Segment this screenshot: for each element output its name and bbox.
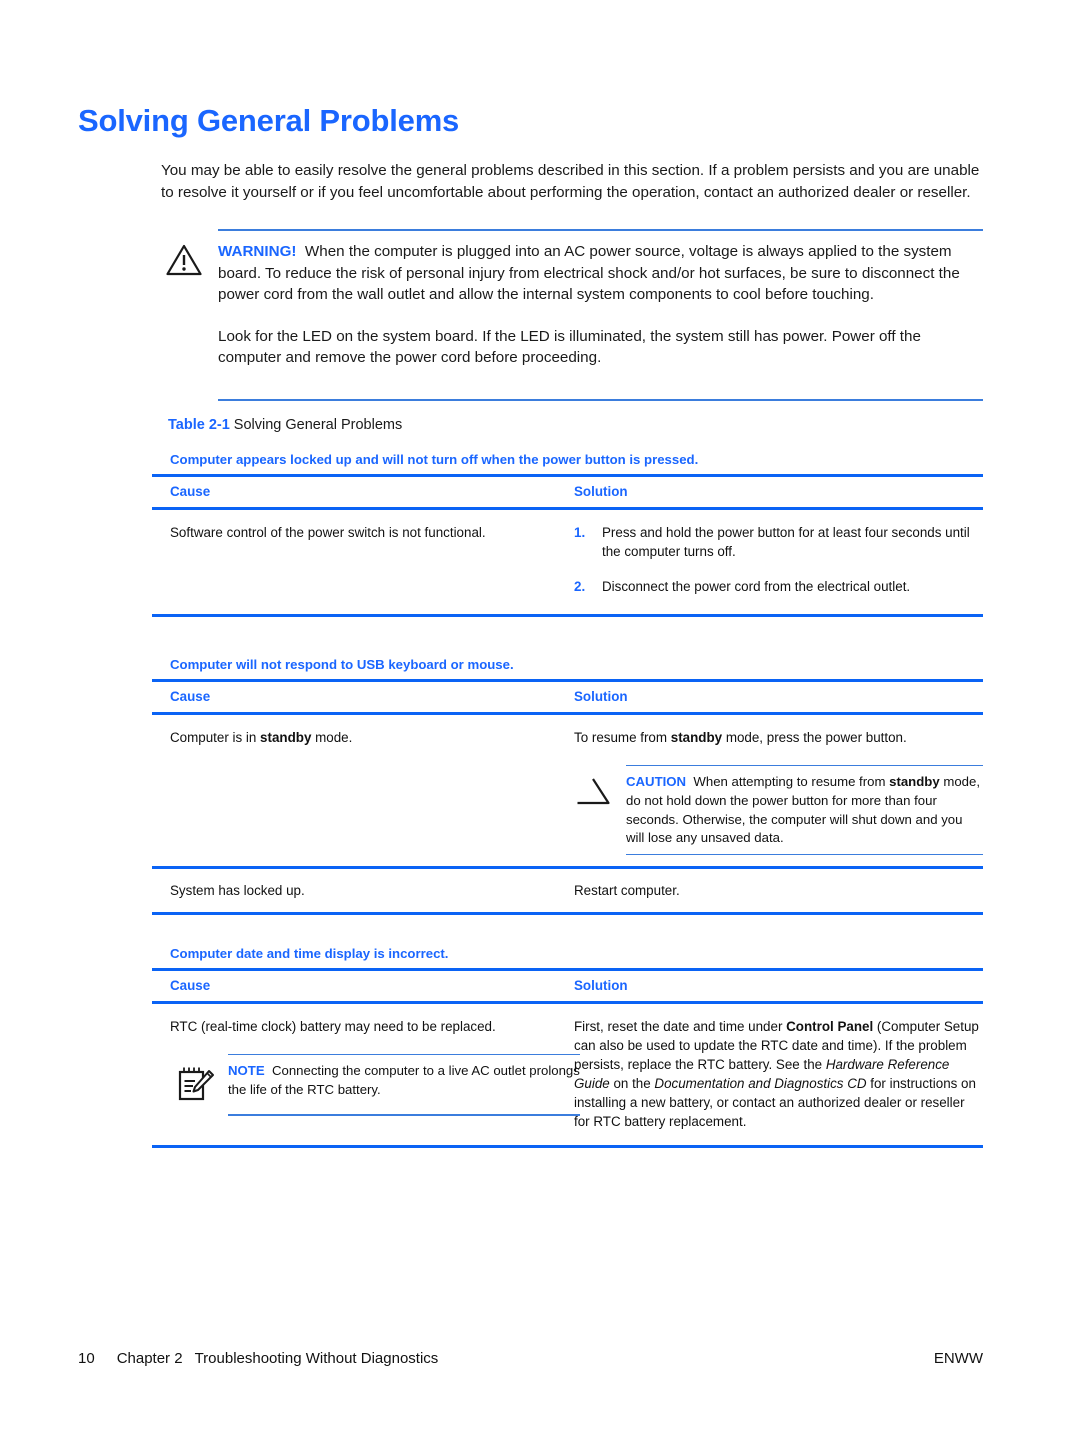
page-title: Solving General Problems xyxy=(78,103,460,138)
footer-page-number: 10 xyxy=(78,1350,95,1367)
cell-cause: System has locked up. xyxy=(170,882,305,898)
caution-text-part-1: When attempting to resume from xyxy=(693,774,890,790)
table-row: System has locked up. Restart computer. xyxy=(152,869,983,912)
solution-bold-control-panel: Control Panel xyxy=(786,1018,874,1034)
table-header-row: Cause Solution xyxy=(152,971,983,1001)
list-item: 1. Press and hold the power button for a… xyxy=(574,523,983,561)
page-footer: 10 Chapter 2 Troubleshooting Without Dia… xyxy=(78,1350,983,1367)
column-header-solution: Solution xyxy=(574,978,628,994)
warning-triangle-icon xyxy=(165,243,203,277)
note-text: NOTE Connecting the computer to a live A… xyxy=(228,1062,580,1108)
cell-cause: RTC (real-time clock) battery may need t… xyxy=(152,1017,580,1131)
table-section-date-time: Computer date and time display is incorr… xyxy=(152,946,983,1149)
column-header-solution: Solution xyxy=(574,484,628,500)
intro-paragraph: You may be able to easily resolve the ge… xyxy=(161,162,980,201)
document-page: Solving General Problems You may be able… xyxy=(0,0,1080,1437)
warning-label: WARNING! xyxy=(218,243,297,260)
cause-prefix: Computer is in xyxy=(170,729,261,745)
section-rule-bottom xyxy=(152,613,983,618)
table-section-usb-no-response: Computer will not respond to USB keyboar… xyxy=(152,657,983,916)
solution-numbered-list: 1. Press and hold the power button for a… xyxy=(574,523,983,596)
solution-italic-docs-cd: Documentation and Diagnostics CD xyxy=(654,1075,867,1091)
section-rule-bottom xyxy=(152,1144,983,1149)
list-text: Disconnect the power cord from the elect… xyxy=(602,578,911,594)
note-rule-bottom xyxy=(228,1114,580,1116)
cell-solution: 1. Press and hold the power button for a… xyxy=(552,523,983,596)
warning-text-1: When the computer is plugged into an AC … xyxy=(218,243,960,303)
note-pad-pencil-icon xyxy=(176,1062,228,1108)
table-section-title: Computer will not respond to USB keyboar… xyxy=(170,657,514,672)
column-header-solution: Solution xyxy=(574,689,628,705)
table-caption: Table 2-1 Solving General Problems xyxy=(168,417,402,433)
table-row: Computer is in standby mode. To resume f… xyxy=(152,715,983,856)
warning-rule-top xyxy=(218,229,983,231)
cell-cause: Computer is in standby mode. xyxy=(152,728,552,855)
caution-triangle-icon xyxy=(574,773,626,847)
warning-paragraph-2: Look for the LED on the system board. If… xyxy=(218,327,921,367)
table-caption-text: Solving General Problems xyxy=(233,417,403,433)
solution-part-3: on the xyxy=(609,1075,655,1091)
solution-part-1: First, reset the date and time under xyxy=(574,1018,787,1034)
caution-label: CAUTION xyxy=(626,774,687,790)
column-header-cause: Cause xyxy=(170,689,211,705)
table-section-locked-up: Computer appears locked up and will not … xyxy=(152,452,983,618)
solution-prefix: To resume from xyxy=(574,729,671,745)
table-section-title: Computer appears locked up and will not … xyxy=(170,452,699,467)
list-text: Press and hold the power button for at l… xyxy=(602,524,970,559)
column-header-cause: Cause xyxy=(170,484,211,500)
caution-inner: CAUTION When attempting to resume from s… xyxy=(574,766,983,853)
note-text-body: Connecting the computer to a live AC out… xyxy=(228,1063,580,1098)
footer-left: 10 Chapter 2 Troubleshooting Without Dia… xyxy=(78,1350,438,1367)
warning-rule-bottom xyxy=(218,399,983,401)
cell-solution: Restart computer. xyxy=(574,882,680,898)
cell-cause: Software control of the power switch is … xyxy=(170,524,486,540)
cause-bold: standby xyxy=(260,729,312,745)
table-row: Software control of the power switch is … xyxy=(152,510,983,606)
table-section-title: Computer date and time display is incorr… xyxy=(170,946,449,961)
cell-solution: To resume from standby mode, press the p… xyxy=(552,728,983,856)
note-label: NOTE xyxy=(228,1063,265,1079)
list-marker: 1. xyxy=(574,524,586,540)
cell-solution: First, reset the date and time under Con… xyxy=(552,1017,983,1131)
solution-text: To resume from standby mode, press the p… xyxy=(574,728,983,747)
table-row: RTC (real-time clock) battery may need t… xyxy=(152,1004,983,1131)
footer-chapter-title: Troubleshooting Without Diagnostics xyxy=(194,1350,439,1367)
caution-admonition: CAUTION When attempting to resume from s… xyxy=(574,764,983,856)
list-marker: 2. xyxy=(574,578,586,594)
solution-suffix: mode, press the power button. xyxy=(722,729,907,745)
footer-chapter: Chapter 2 xyxy=(116,1350,183,1367)
note-inner: NOTE Connecting the computer to a live A… xyxy=(176,1055,580,1114)
warning-body: WARNING! When the computer is plugged in… xyxy=(218,241,983,369)
table-caption-number: Table 2-1 xyxy=(168,417,230,433)
solution-bold: standby xyxy=(670,729,723,745)
section-rule-bottom xyxy=(152,911,983,916)
list-item: 2. Disconnect the power cord from the el… xyxy=(574,577,983,596)
caution-rule-bottom xyxy=(626,853,983,856)
cause-suffix: mode. xyxy=(311,729,353,745)
caution-text: CAUTION When attempting to resume from s… xyxy=(626,773,983,847)
warning-paragraph-1: WARNING! When the computer is plugged in… xyxy=(218,241,983,306)
cause-text: RTC (real-time clock) battery may need t… xyxy=(170,1018,496,1034)
column-header-cause: Cause xyxy=(170,978,211,994)
table-header-row: Cause Solution xyxy=(152,477,983,507)
footer-locale: ENWW xyxy=(933,1350,983,1367)
note-admonition: NOTE Connecting the computer to a live A… xyxy=(176,1053,580,1116)
table-header-row: Cause Solution xyxy=(152,682,983,712)
caution-text-bold: standby xyxy=(889,774,940,790)
